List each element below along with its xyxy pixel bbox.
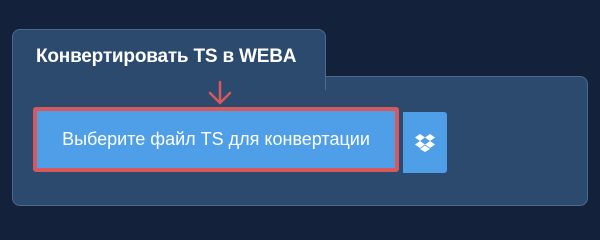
dropbox-icon — [415, 133, 435, 152]
choose-file-button[interactable]: Выберите файл TS для конвертации — [33, 107, 399, 172]
dropbox-button[interactable] — [403, 112, 447, 173]
arrow-down-icon — [208, 80, 232, 105]
converter-title: Конвертировать TS в WEBA — [36, 46, 297, 67]
choose-file-label: Выберите файл TS для конвертации — [62, 129, 370, 149]
converter-tab: Конвертировать TS в WEBA — [12, 29, 326, 90]
